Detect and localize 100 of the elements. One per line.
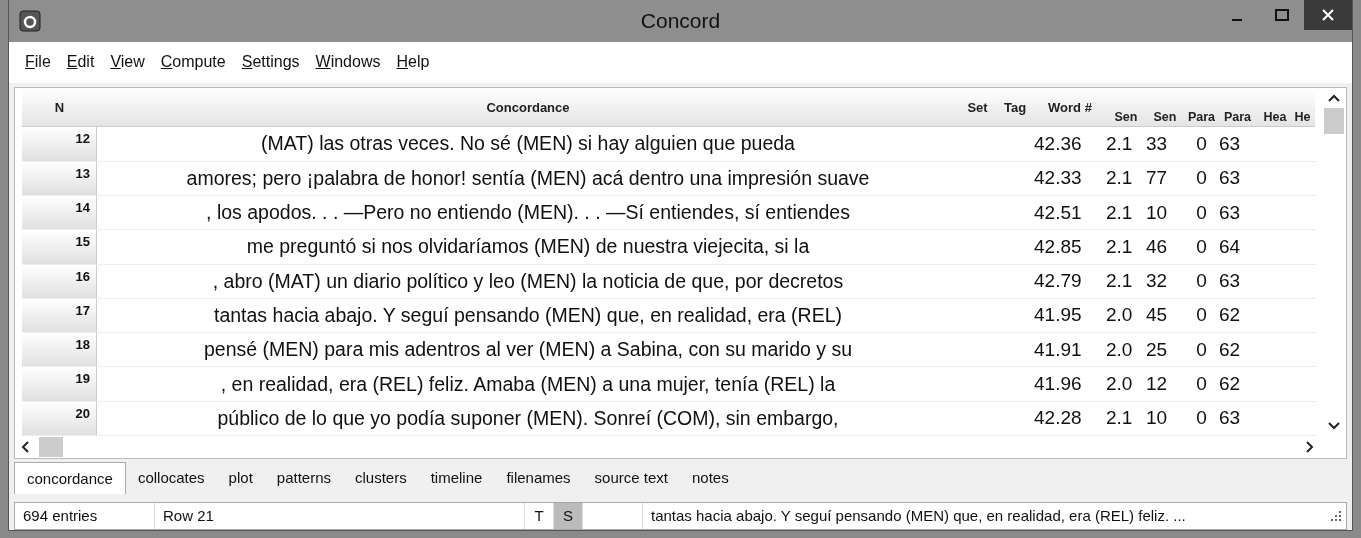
table-cell: 33 <box>1146 132 1168 155</box>
menu-item[interactable]: File <box>17 53 59 72</box>
menu-item[interactable]: Compute <box>152 53 234 72</box>
table-cell: 62 <box>1219 338 1241 361</box>
column-header[interactable]: Sen <box>1114 110 1138 125</box>
row-number: 20 <box>22 401 97 435</box>
table-cell: 41.95 <box>1034 304 1082 327</box>
close-button[interactable] <box>1304 0 1352 30</box>
table-cell: 62 <box>1219 304 1241 327</box>
row-number: 19 <box>22 367 97 401</box>
table-cell: 2.1 <box>1106 201 1133 224</box>
table-cell: 0 <box>1196 304 1207 327</box>
scroll-thumb[interactable] <box>39 437 63 457</box>
row-number: 12 <box>22 127 97 161</box>
table-cell: 42.28 <box>1034 407 1082 430</box>
table-cell: 12 <box>1146 373 1168 396</box>
table-cell: 10 <box>1146 201 1168 224</box>
row-number: 18 <box>22 333 97 367</box>
maximize-icon <box>1274 9 1289 21</box>
table-cell: 42.85 <box>1034 235 1082 258</box>
column-header[interactable]: N <box>54 99 65 115</box>
table-cell: 2.1 <box>1106 407 1133 430</box>
column-header[interactable]: Sen <box>1153 110 1177 125</box>
table-cell: 2.0 <box>1106 373 1133 396</box>
table-cell: 42.51 <box>1034 201 1082 224</box>
table-cell: 2.1 <box>1106 132 1133 155</box>
tab[interactable]: concordance <box>14 462 126 494</box>
table-cell: 63 <box>1219 201 1241 224</box>
menu-item[interactable]: Help <box>388 53 438 72</box>
window-title: Concord <box>640 8 721 32</box>
table-cell: 46 <box>1146 235 1168 258</box>
table-cell: 41.96 <box>1034 373 1082 396</box>
column-header[interactable]: Para <box>1187 110 1216 125</box>
table-cell: 63 <box>1219 270 1241 293</box>
row-number: 16 <box>22 264 97 298</box>
table-cell: , en realidad, era (REL) feliz. Amaba (MEN) a una mujer, tenía (REL) la <box>220 372 836 396</box>
table-cell: 0 <box>1196 132 1207 155</box>
menu-item[interactable]: Windows <box>307 53 389 72</box>
minimize-icon <box>1231 19 1242 21</box>
tab[interactable]: notes <box>679 462 741 494</box>
tab[interactable]: patterns <box>264 462 343 494</box>
table-cell: (MAT) las otras veces. No sé (MEN) si hay alguien que pueda <box>261 132 795 156</box>
table-cell: 32 <box>1146 270 1168 293</box>
table-cell: 2.1 <box>1106 235 1133 258</box>
tab[interactable]: plot <box>216 462 265 494</box>
table-cell: 45 <box>1146 304 1168 327</box>
table-cell: 63 <box>1219 132 1241 155</box>
table-cell: 0 <box>1196 373 1207 396</box>
app-icon <box>19 9 41 32</box>
row-number: 17 <box>22 298 97 333</box>
table-cell: 64 <box>1219 235 1241 258</box>
resize-grip-icon[interactable] <box>1330 510 1342 522</box>
table-cell: 0 <box>1196 270 1207 293</box>
table-cell: 0 <box>1196 201 1207 224</box>
status-flag: S <box>554 503 583 529</box>
menu-item[interactable]: Settings <box>233 53 308 72</box>
table-cell: 25 <box>1146 338 1168 361</box>
column-header[interactable]: Hea <box>1263 110 1287 125</box>
chevron-down-icon <box>1327 422 1340 430</box>
status-text: tantas hacia abajo. Y seguí pensando (MEN) que, en realidad, era (REL) feliz. ... <box>651 507 1186 525</box>
scroll-thumb[interactable] <box>1323 108 1344 135</box>
column-header[interactable]: Tag <box>1003 99 1027 115</box>
close-icon <box>1321 8 1335 22</box>
table-cell: amores; pero ¡palabra de honor! sentía (MEN) acá dentro una impresión suave <box>186 166 870 190</box>
table-cell: 10 <box>1146 407 1168 430</box>
column-header[interactable]: Concordance <box>486 99 570 115</box>
table-cell: 62 <box>1219 373 1241 396</box>
tab[interactable]: timeline <box>418 462 495 494</box>
table-cell: 77 <box>1146 167 1168 190</box>
table-cell: 0 <box>1196 167 1207 190</box>
table-cell: pensé (MEN) para mis adentros al ver (MEN) a Sabina, con su marido y su <box>203 338 853 362</box>
table-cell: , los apodos. . . —Pero no entiendo (MEN). . . —Sí entiendes, sí entiendes <box>206 201 850 225</box>
table-cell: 63 <box>1219 407 1241 430</box>
menu-item[interactable]: View <box>102 53 153 72</box>
row-indicator: Row 21 <box>163 507 214 525</box>
chevron-up-icon <box>1327 94 1340 103</box>
table-cell: 2.1 <box>1106 167 1133 190</box>
table-cell: público de lo que yo podía suponer (MEN). Sonreí (COM), sin embargo, <box>217 406 839 430</box>
row-number: 14 <box>22 195 97 230</box>
column-header[interactable]: Word # <box>1048 99 1092 115</box>
table-cell: 42.33 <box>1034 167 1082 190</box>
row-number: 15 <box>22 230 97 264</box>
table-cell: 41.91 <box>1034 338 1082 361</box>
tab[interactable]: filenames <box>494 462 583 494</box>
table-cell: 2.0 <box>1106 338 1133 361</box>
table-cell: , abro (MAT) un diario político y leo (MEN) la noticia de que, por decretos <box>212 269 844 293</box>
table-cell: 2.1 <box>1106 270 1133 293</box>
table-cell: 0 <box>1196 338 1207 361</box>
column-header[interactable]: He <box>1294 110 1311 125</box>
row-number: 13 <box>22 161 97 195</box>
menu-item[interactable]: Edit <box>58 53 103 72</box>
table-cell: 42.79 <box>1034 270 1082 293</box>
column-header[interactable]: Set <box>967 99 988 115</box>
table-cell: 42.36 <box>1034 132 1082 155</box>
table-cell: 2.0 <box>1106 304 1133 327</box>
tab[interactable]: collocates <box>125 462 217 494</box>
table-cell: 0 <box>1196 407 1207 430</box>
tab[interactable]: source text <box>582 462 680 494</box>
tab[interactable]: clusters <box>343 462 419 494</box>
column-header[interactable]: Para <box>1223 110 1252 125</box>
